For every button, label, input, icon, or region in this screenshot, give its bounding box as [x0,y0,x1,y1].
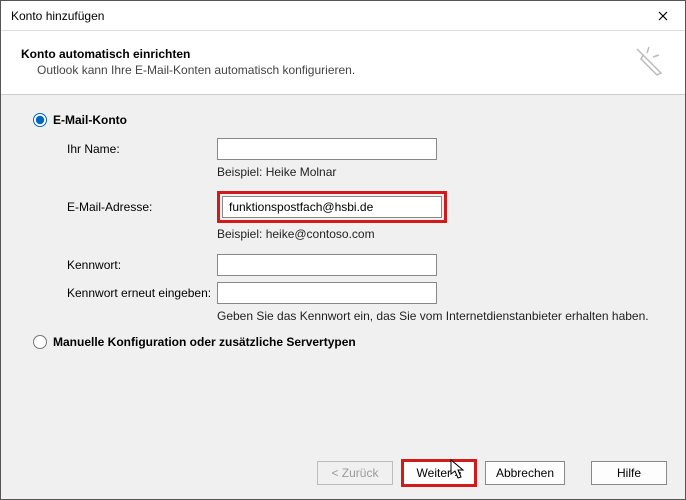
email-input[interactable] [222,196,442,218]
name-input[interactable] [217,138,437,160]
dialog-body: E-Mail-Konto Ihr Name: Beispiel: Heike M… [1,95,685,447]
header-subtitle: Outlook kann Ihre E-Mail-Konten automati… [21,63,355,77]
email-form: Ihr Name: Beispiel: Heike Molnar E-Mail-… [67,137,655,323]
header-title: Konto automatisch einrichten [21,47,355,61]
dialog-header: Konto automatisch einrichten Outlook kan… [1,31,685,95]
radio-manual[interactable] [33,335,47,349]
add-account-dialog: Konto hinzufügen Konto automatisch einri… [0,0,686,500]
radio-manual-row[interactable]: Manuelle Konfiguration oder zusätzliche … [33,335,655,349]
back-button: < Zurück [317,461,393,485]
radio-email-account-label[interactable]: E-Mail-Konto [53,113,127,127]
cancel-button[interactable]: Abbrechen [485,461,565,485]
name-example: Beispiel: Heike Molnar [217,165,336,179]
dialog-footer: < Zurück Weiter > Abbrechen Hilfe [1,447,685,499]
email-highlight [217,191,447,223]
password-label: Kennwort: [67,258,217,272]
password2-label: Kennwort erneut eingeben: [67,286,217,300]
radio-email-account[interactable] [33,113,47,127]
help-button[interactable]: Hilfe [591,461,667,485]
password-input[interactable] [217,254,437,276]
radio-email-account-row[interactable]: E-Mail-Konto [33,113,655,127]
email-example: Beispiel: heike@contoso.com [217,227,375,241]
password2-input[interactable] [217,282,437,304]
wizard-icon [631,43,665,80]
window-title: Konto hinzufügen [11,9,104,23]
close-button[interactable] [649,4,677,28]
next-button[interactable]: Weiter > [401,459,477,487]
password-hint: Geben Sie das Kennwort ein, das Sie vom … [217,309,649,323]
name-label: Ihr Name: [67,142,217,156]
titlebar: Konto hinzufügen [1,1,685,31]
radio-manual-label[interactable]: Manuelle Konfiguration oder zusätzliche … [53,335,356,349]
email-label: E-Mail-Adresse: [67,200,217,214]
